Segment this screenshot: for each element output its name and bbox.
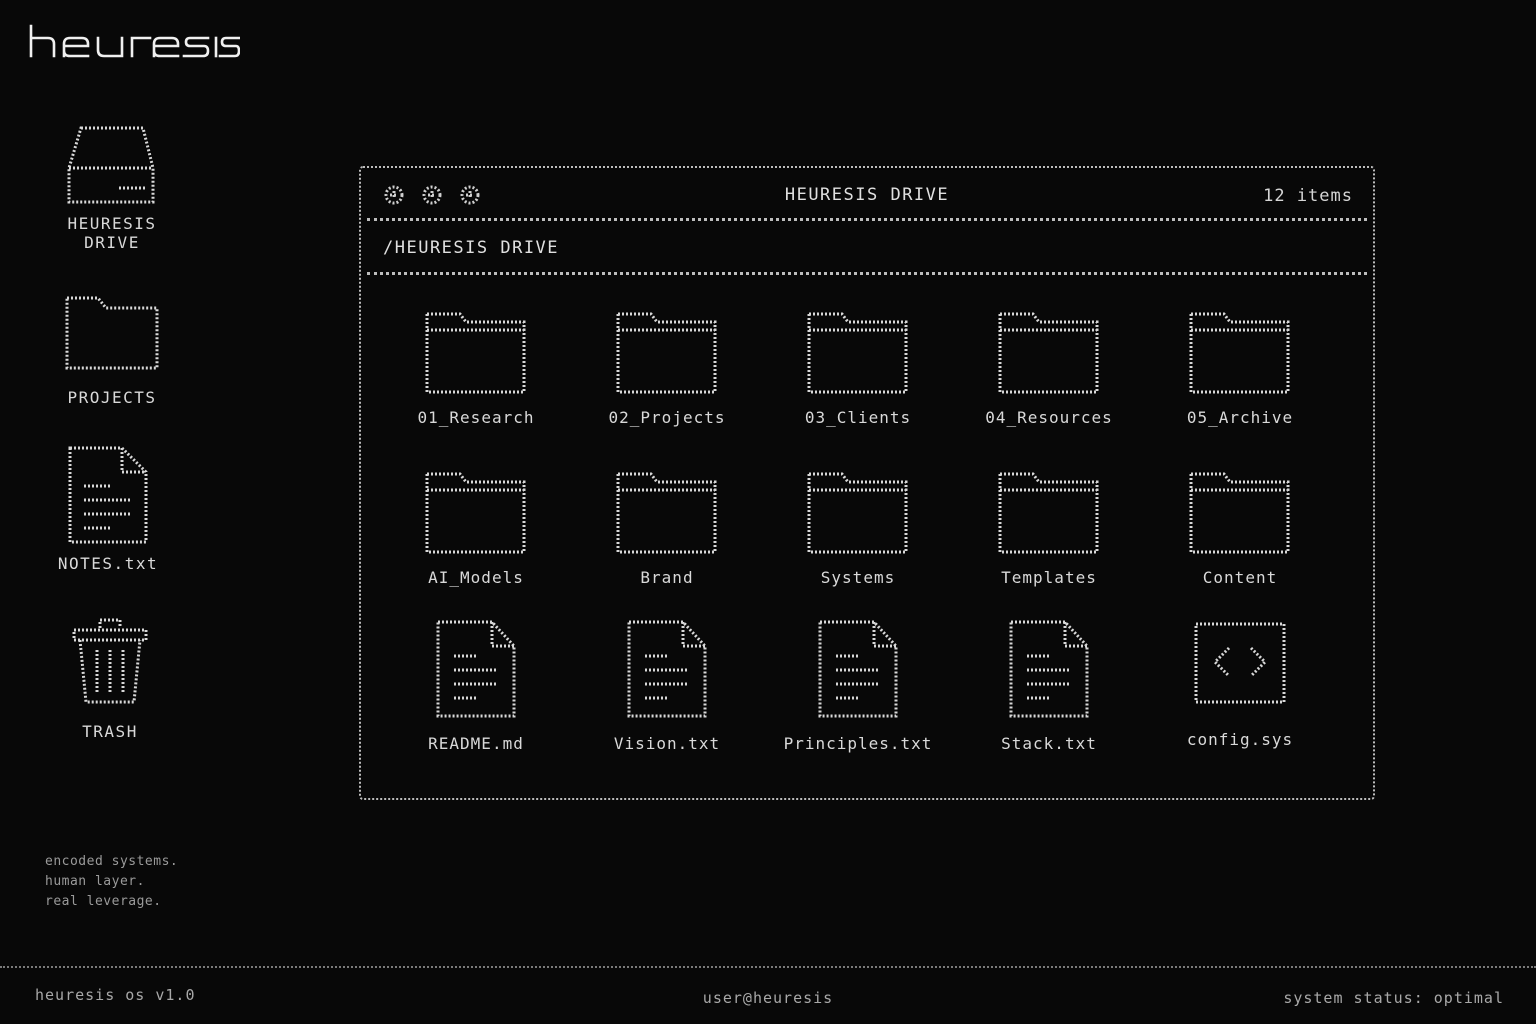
system-status: system status: optimal	[1283, 989, 1504, 1007]
item-label: 03_Clients	[804, 408, 912, 427]
folder-icon	[998, 472, 1099, 554]
window-title: HEURESIS DRIVE	[784, 185, 950, 205]
item-label: config.sys	[1186, 730, 1294, 749]
logo-wordmark	[29, 24, 240, 58]
item-label: 02_Projects	[608, 408, 726, 427]
desktop-item-label: PROJECTS	[67, 388, 157, 407]
folder-icon	[807, 472, 908, 554]
footer-divider	[0, 966, 1536, 968]
folder-item[interactable]: 03_Clients	[763, 312, 953, 427]
item-label: Content	[1202, 568, 1278, 587]
tagline-line: human layer.	[45, 874, 145, 889]
desktop-item-label: NOTES.txt	[57, 554, 159, 573]
path-divider	[367, 272, 1367, 275]
document-icon	[818, 620, 898, 718]
trash-icon	[72, 618, 148, 704]
folder-item[interactable]: AI_Models	[381, 472, 571, 587]
folder-icon	[807, 312, 908, 394]
folder-icon	[425, 312, 526, 394]
item-label: 05_Archive	[1186, 408, 1294, 427]
item-label: Brand	[640, 568, 694, 587]
desktop-item-label: TRASH	[82, 722, 138, 741]
folder-icon	[65, 296, 159, 370]
folder-icon	[1189, 472, 1290, 554]
folder-item[interactable]: Templates	[954, 472, 1144, 587]
file-item[interactable]: README.md	[381, 620, 571, 753]
desktop-item-trash[interactable]: TRASH	[40, 616, 180, 741]
tagline-line: real leverage.	[45, 894, 162, 909]
item-label: Stack.txt	[1001, 734, 1097, 753]
folder-icon	[425, 472, 526, 554]
tagline: encoded systems. human layer. real lever…	[45, 852, 178, 912]
folder-item[interactable]: Systems	[763, 472, 953, 587]
item-label: 04_Resources	[985, 408, 1113, 427]
item-label: Principles.txt	[783, 734, 933, 753]
document-icon	[1009, 620, 1089, 718]
logo: heuresis	[28, 24, 240, 60]
item-label: README.md	[428, 734, 524, 753]
folder-icon	[1189, 312, 1290, 394]
file-item[interactable]: Stack.txt	[954, 620, 1144, 753]
path-breadcrumb[interactable]: /HEURESIS DRIVE	[383, 238, 559, 258]
item-label: AI_Models	[428, 568, 524, 587]
document-icon	[68, 446, 148, 544]
file-browser-window: HEURESIS DRIVE 12 items /HEURESIS DRIVE …	[359, 166, 1375, 800]
code-file-icon	[1194, 622, 1286, 704]
desktop-item-heuresis-drive[interactable]: HEURESIS DRIVE	[42, 124, 182, 252]
desktop-item-projects[interactable]: PROJECTS	[42, 296, 182, 407]
file-item[interactable]: Principles.txt	[763, 620, 953, 753]
folder-item[interactable]: 04_Resources	[954, 312, 1144, 427]
item-label: Vision.txt	[613, 734, 721, 753]
folder-icon	[616, 312, 717, 394]
folder-item[interactable]: 05_Archive	[1145, 312, 1335, 427]
item-label: Templates	[1001, 568, 1097, 587]
item-count: 12 items	[1263, 186, 1353, 206]
folder-item[interactable]: 01_Research	[381, 312, 571, 427]
document-icon	[436, 620, 516, 718]
folder-icon	[998, 312, 1099, 394]
item-label: Systems	[820, 568, 896, 587]
item-label: 01_Research	[417, 408, 535, 427]
file-item[interactable]: config.sys	[1145, 620, 1335, 749]
tagline-line: encoded systems.	[45, 854, 179, 869]
desktop-item-label: HEURESIS DRIVE	[67, 214, 157, 252]
folder-icon	[616, 472, 717, 554]
document-icon	[627, 620, 707, 718]
folder-item[interactable]: Brand	[572, 472, 762, 587]
desktop-item-notes[interactable]: NOTES.txt	[38, 446, 178, 573]
folder-item[interactable]: Content	[1145, 472, 1335, 587]
window-titlebar[interactable]: HEURESIS DRIVE 12 items	[361, 168, 1373, 220]
titlebar-divider	[367, 218, 1367, 221]
file-item[interactable]: Vision.txt	[572, 620, 762, 753]
drive-icon	[67, 126, 155, 204]
folder-item[interactable]: 02_Projects	[572, 312, 762, 427]
